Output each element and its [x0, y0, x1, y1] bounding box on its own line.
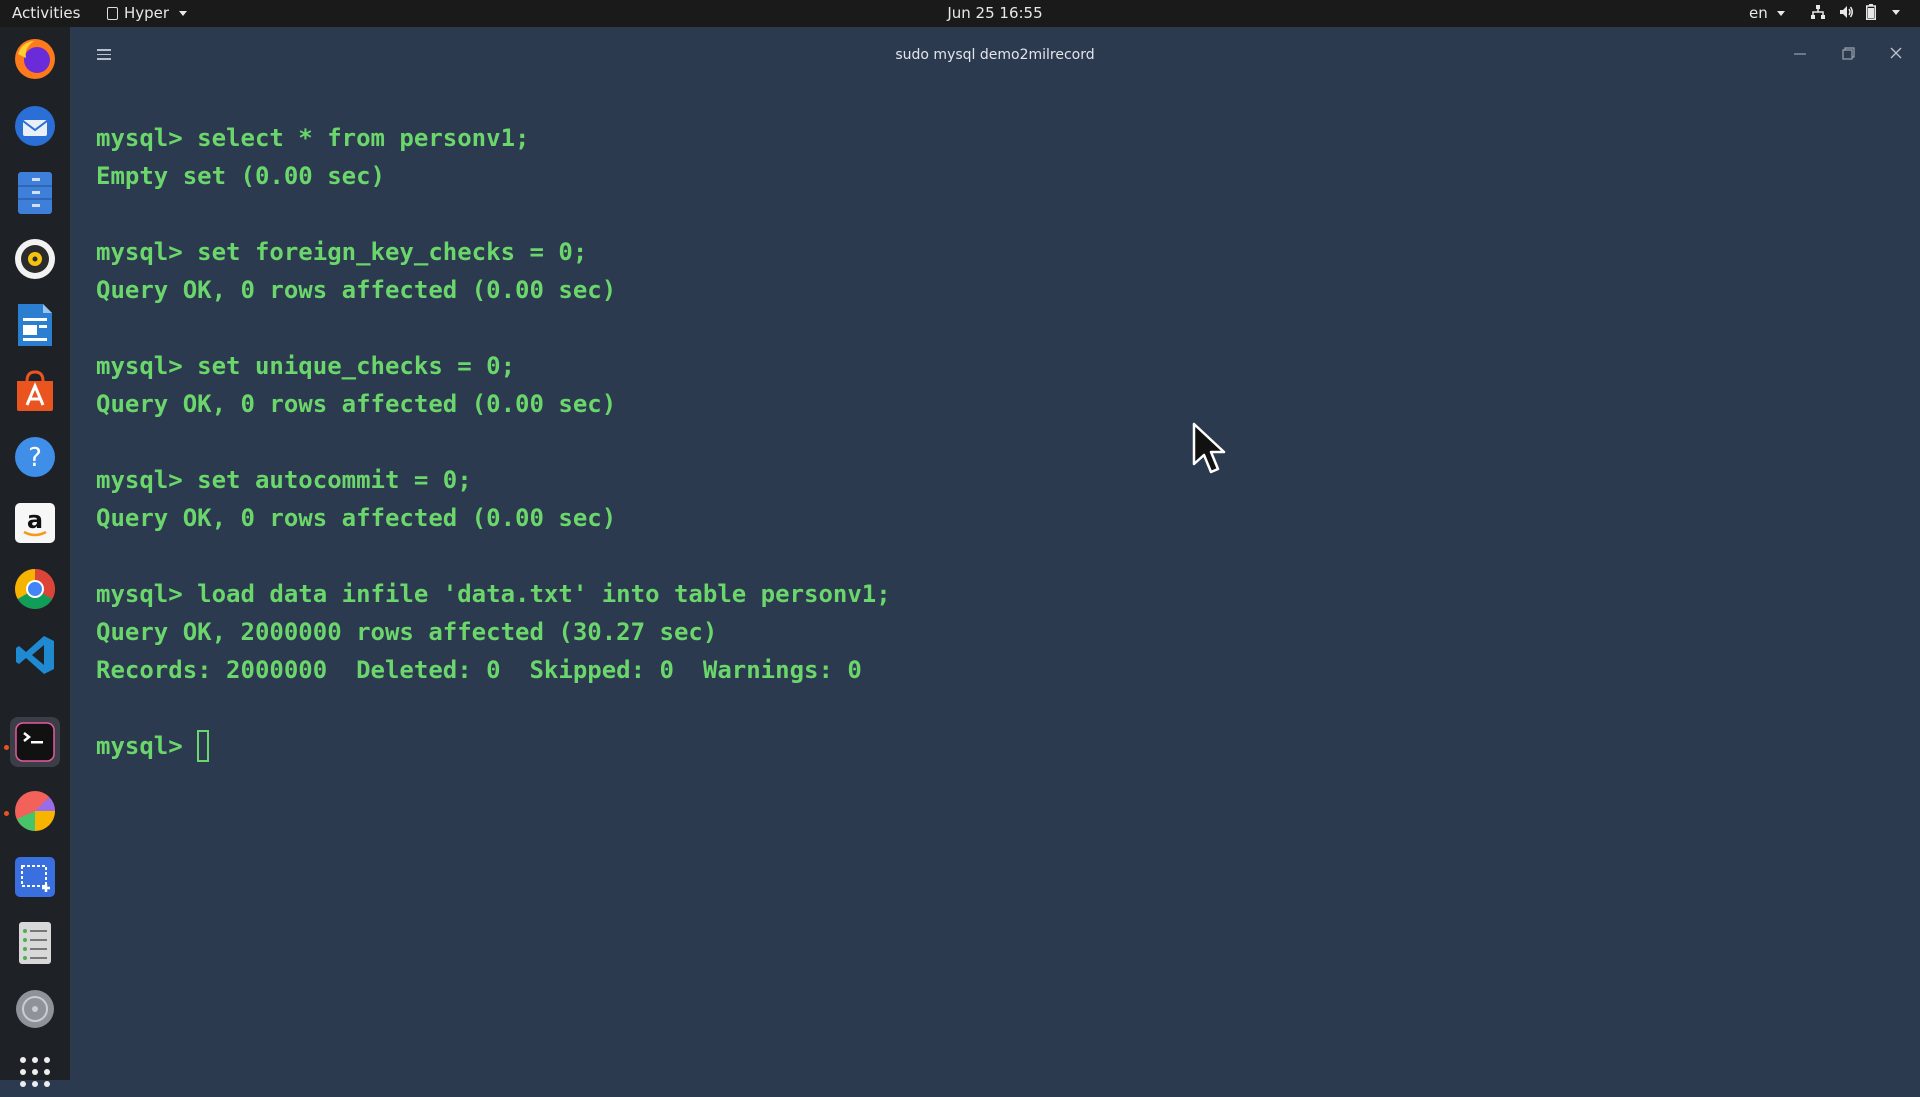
- window-title: sudo mysql demo2milrecord: [895, 47, 1095, 63]
- language-label: en: [1749, 4, 1768, 22]
- dock-show-apps[interactable]: [10, 1047, 60, 1097]
- terminal-line: Records: 2000000 Deleted: 0 Skipped: 0 W…: [96, 656, 862, 684]
- dock-terminal[interactable]: [10, 717, 60, 767]
- prompt-line[interactable]: mysql>: [96, 727, 891, 765]
- chevron-down-icon: [179, 10, 188, 16]
- terminal-line: mysql> set unique_checks = 0;: [96, 352, 516, 380]
- thunderbird-icon: [12, 103, 58, 149]
- help-icon: ?: [13, 435, 57, 479]
- disk-icon: [13, 987, 57, 1031]
- dock-notes[interactable]: [10, 918, 60, 968]
- dock-writer[interactable]: [10, 300, 60, 350]
- chevron-down-icon: [1892, 9, 1900, 15]
- dock-rhythmbox[interactable]: [10, 234, 60, 284]
- files-icon: [15, 170, 55, 216]
- terminal-output[interactable]: mysql> select * from personv1; Empty set…: [96, 119, 891, 765]
- terminal-line: mysql> set autocommit = 0;: [96, 466, 472, 494]
- dock: ? a: [0, 27, 70, 1087]
- language-selector[interactable]: en: [1749, 4, 1785, 22]
- close-icon: [1890, 47, 1902, 59]
- software-center-icon: [13, 369, 57, 413]
- terminal-line: Query OK, 0 rows affected (0.00 sec): [96, 390, 617, 418]
- terminal-line: mysql> select * from personv1;: [96, 124, 530, 152]
- activities-button[interactable]: Activities: [12, 4, 80, 22]
- terminal-window: sudo mysql demo2milrecord mysql> select …: [70, 27, 1920, 1080]
- dock-thunderbird[interactable]: [10, 101, 60, 151]
- text-cursor: [196, 730, 209, 762]
- dock-vscode[interactable]: [10, 630, 60, 680]
- color-picker-icon: [13, 789, 57, 833]
- app-menu[interactable]: Hyper: [107, 4, 188, 22]
- running-indicator: [4, 811, 9, 816]
- dock-screenshot[interactable]: [10, 852, 60, 902]
- terminal-line: Query OK, 0 rows affected (0.00 sec): [96, 504, 617, 532]
- rhythmbox-icon: [13, 237, 57, 281]
- writer-icon: [15, 302, 55, 348]
- running-indicator: [4, 745, 9, 750]
- terminal-line: mysql> set foreign_key_checks = 0;: [96, 238, 588, 266]
- title-bar[interactable]: sudo mysql demo2milrecord: [70, 27, 1920, 84]
- chrome-icon: [13, 567, 57, 611]
- system-tray[interactable]: [1810, 4, 1900, 20]
- terminal-line: Empty set (0.00 sec): [96, 162, 385, 190]
- screenshot-icon: [13, 855, 57, 899]
- network-icon: [1810, 4, 1826, 20]
- app-menu-label: Hyper: [124, 4, 170, 22]
- mouse-pointer-icon: [1192, 422, 1228, 480]
- dock-files[interactable]: [10, 168, 60, 218]
- svg-text:?: ?: [28, 443, 42, 473]
- svg-text:a: a: [27, 506, 43, 534]
- close-button[interactable]: [1884, 41, 1908, 65]
- volume-icon: [1838, 4, 1854, 20]
- terminal-line: Query OK, 0 rows affected (0.00 sec): [96, 276, 617, 304]
- firefox-icon: [12, 36, 58, 82]
- dock-amazon[interactable]: a: [10, 498, 60, 548]
- terminal-icon: [14, 721, 56, 763]
- vscode-icon: [13, 633, 57, 677]
- dock-chrome[interactable]: [10, 564, 60, 614]
- amazon-icon: a: [13, 501, 57, 545]
- chevron-down-icon: [1776, 11, 1785, 16]
- minimize-icon: [1794, 53, 1806, 55]
- dock-software[interactable]: [10, 366, 60, 416]
- restore-icon: [1842, 47, 1855, 60]
- notes-icon: [15, 920, 55, 966]
- terminal-line: Query OK, 2000000 rows affected (30.27 s…: [96, 618, 718, 646]
- prompt-label: mysql>: [96, 732, 183, 760]
- maximize-button[interactable]: [1836, 41, 1860, 65]
- clock[interactable]: Jun 25 16:55: [947, 4, 1042, 22]
- dock-disk[interactable]: [10, 984, 60, 1034]
- dock-color-picker[interactable]: [10, 786, 60, 836]
- show-apps-icon: [18, 1055, 52, 1089]
- terminal-line: mysql> load data infile 'data.txt' into …: [96, 580, 891, 608]
- dock-firefox[interactable]: [10, 34, 60, 84]
- top-bar: Activities Hyper Jun 25 16:55 en: [0, 0, 1920, 27]
- minimize-button[interactable]: [1788, 41, 1812, 65]
- app-menu-icon: [107, 6, 118, 20]
- battery-icon: [1866, 4, 1876, 20]
- dock-help[interactable]: ?: [10, 432, 60, 482]
